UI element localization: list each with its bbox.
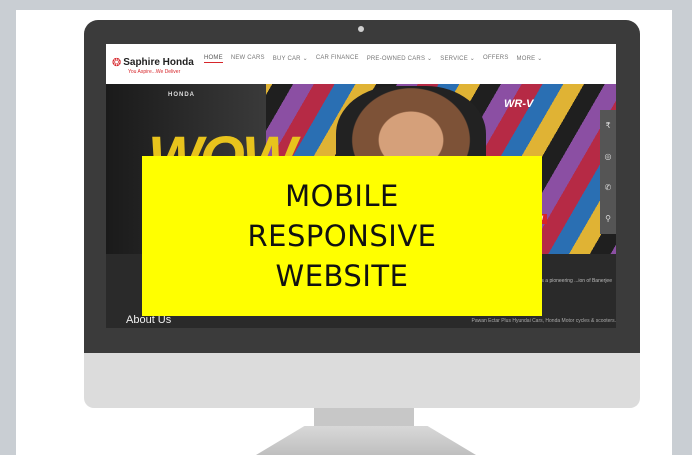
menu-item-pre-owned[interactable]: PRE-OWNED CARS ⌄ xyxy=(367,55,433,63)
menu-item-new-cars[interactable]: NEW CARS xyxy=(231,55,265,63)
menu-item-home[interactable]: HOME xyxy=(204,55,223,63)
overlay-line-2: RESPONSIVE xyxy=(247,219,437,253)
site-logo[interactable]: ❂ Saphire Honda You Aspire...We Deliver xyxy=(112,56,194,75)
monitor-chin xyxy=(84,353,640,408)
steering-icon[interactable]: ◎ xyxy=(605,152,612,161)
rupee-icon[interactable]: ₹ xyxy=(605,121,610,130)
camera-dot xyxy=(358,26,364,32)
menu-item-more[interactable]: MORE ⌄ xyxy=(517,55,543,63)
menu-item-service[interactable]: SERVICE ⌄ xyxy=(440,55,475,63)
site-navbar: ❂ Saphire Honda You Aspire...We Deliver … xyxy=(106,44,616,84)
menu-item-offers[interactable]: OFFERS xyxy=(483,55,509,63)
menu-item-buy-car[interactable]: BUY CAR ⌄ xyxy=(273,55,308,63)
location-pin-icon[interactable]: ⚲ xyxy=(605,214,611,223)
overlay-line-1: MOBILE xyxy=(285,179,399,213)
brand-name: Saphire Honda xyxy=(123,57,194,68)
phone-icon[interactable]: ✆ xyxy=(605,183,612,192)
overlay-line-3: WEBSITE xyxy=(275,259,409,293)
site-menu: HOME NEW CARS BUY CAR ⌄ CAR FINANCE PRE-… xyxy=(204,55,542,63)
about-paragraph-2: Pawan Ectar Plus Hyundai Cars, Honda Mot… xyxy=(471,318,616,324)
quick-contact-rail: ₹ ◎ ✆ ⚲ xyxy=(600,110,616,234)
monitor-neck xyxy=(314,408,414,428)
menu-item-car-finance[interactable]: CAR FINANCE xyxy=(316,55,359,63)
hero-honda-label: HONDA xyxy=(168,92,195,98)
brand-tagline: You Aspire...We Deliver xyxy=(128,69,181,75)
hero-model-label: WR-V xyxy=(504,98,534,110)
promo-overlay: MOBILE RESPONSIVE WEBSITE xyxy=(142,156,542,316)
honda-logo-icon: ❂ xyxy=(112,57,122,69)
